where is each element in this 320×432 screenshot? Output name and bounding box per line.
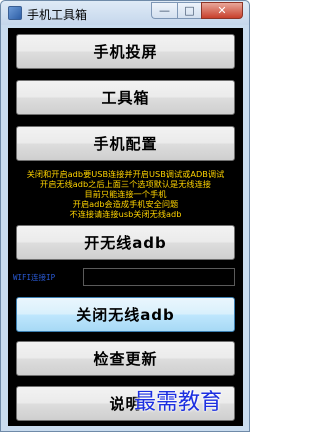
check-update-button[interactable]: 检查更新 [16,341,235,376]
disable-wireless-adb-button[interactable]: 关闭无线adb [16,297,235,332]
app-icon [8,6,22,20]
app-window: 手机工具箱 — □ ✕ 手机投屏 工具箱 手机配置 关闭和开启adb要USB连接… [0,0,250,432]
minimize-button[interactable]: — [151,2,177,19]
maximize-button[interactable]: □ [177,2,201,19]
window-controls: — □ ✕ [151,2,243,20]
notice-line: 开启adb会造成手机安全问题 [72,199,179,209]
notice-line: 不连接请连接usb关闭无线adb [69,209,182,219]
phone-config-button[interactable]: 手机配置 [16,126,235,161]
wifi-ip-input[interactable] [83,268,235,286]
title-bar[interactable]: 手机工具箱 — □ ✕ [1,1,249,25]
notice-line: 目前只能连接一个手机 [84,189,167,199]
close-button[interactable]: ✕ [201,2,243,19]
watermark-text: 最需教育 [134,390,223,415]
window-title: 手机工具箱 [27,8,88,22]
main-panel: 手机投屏 工具箱 手机配置 关闭和开启adb要USB连接并开启USB调试或ADB… [8,28,243,426]
usage-notice: 关闭和开启adb要USB连接并开启USB调试或ADB调试 开启无线adb之后上面… [14,169,237,219]
notice-line: 关闭和开启adb要USB连接并开启USB调试或ADB调试 [26,169,225,179]
notice-line: 开启无线adb之后上面三个选项默认是无线连接 [40,179,211,189]
wifi-ip-label: WIFI连接IP [13,273,56,282]
enable-wireless-adb-button[interactable]: 开无线adb [16,225,235,260]
toolbox-button[interactable]: 工具箱 [16,80,235,115]
screen-mirror-button[interactable]: 手机投屏 [16,34,235,69]
